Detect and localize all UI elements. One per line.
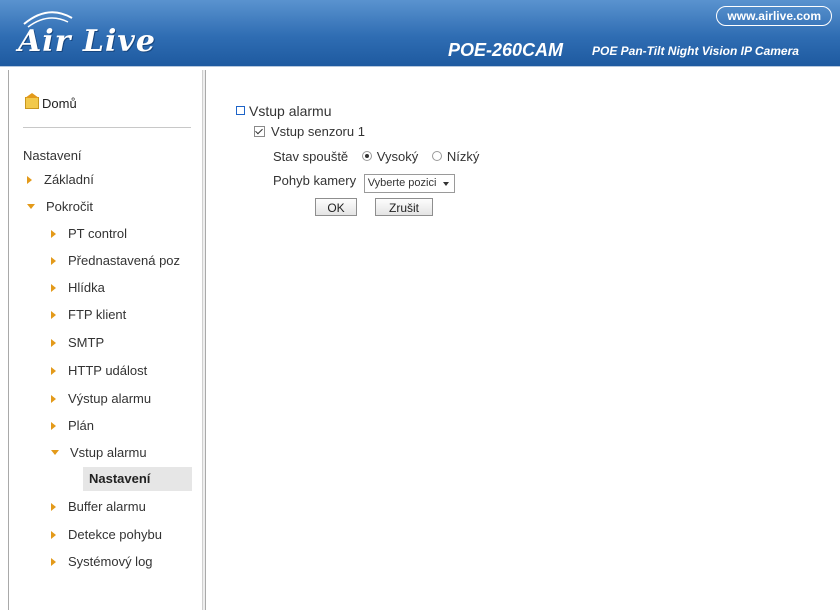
expand-arrow-icon — [51, 284, 56, 292]
sidebar-item-ftp[interactable]: FTP klient — [51, 306, 126, 324]
trigger-low-radio[interactable] — [431, 151, 442, 161]
sidebar-item-label: Pokročit — [46, 199, 93, 214]
sidebar-item-detekce[interactable]: Detekce pohybu — [51, 526, 162, 544]
section-square-icon — [236, 106, 245, 115]
expand-arrow-icon — [51, 422, 56, 430]
sidebar-item-label: Základní — [44, 172, 94, 187]
expand-arrow-icon — [51, 558, 56, 566]
chevron-down-icon — [443, 182, 450, 186]
sidebar-item-label: Detekce pohybu — [68, 527, 162, 542]
trigger-high-label: Vysoký — [376, 149, 419, 164]
camera-position-value: Vyberte pozici — [367, 177, 437, 189]
sidebar-item-label: Systémový log — [68, 554, 153, 569]
model-description: POE Pan-Tilt Night Vision IP Camera — [592, 44, 799, 58]
sidebar-divider — [23, 127, 191, 128]
collapse-arrow-icon — [27, 204, 35, 209]
sensor-row: Vstup senzoru 1 — [254, 124, 365, 139]
sidebar-item-pt-control[interactable]: PT control — [51, 225, 127, 243]
expand-arrow-icon — [51, 230, 56, 238]
sidebar-item-nastaveni-active[interactable]: Nastavení — [83, 467, 192, 491]
sidebar-item-plan[interactable]: Plán — [51, 417, 94, 435]
camera-move-row: Pohyb kamery Vyberte pozici — [273, 173, 456, 193]
home-label: Domů — [42, 96, 77, 111]
sidebar-item-label: SMTP — [68, 335, 105, 350]
sidebar-item-label: Hlídka — [68, 280, 105, 295]
sidebar-item-prednastavena[interactable]: Přednastavená poz — [51, 252, 180, 270]
sidebar-item-label: Přednastavená poz — [68, 253, 181, 268]
sidebar-item-label: Buffer alarmu — [68, 499, 146, 514]
sensor-label: Vstup senzoru 1 — [271, 124, 365, 139]
sidebar-item-smtp[interactable]: SMTP — [51, 334, 104, 352]
section-title: Vstup alarmu — [236, 103, 331, 119]
sidebar-item-label: FTP klient — [68, 307, 127, 322]
site-url[interactable]: www.airlive.com — [716, 6, 832, 26]
home-link[interactable]: Domů — [25, 93, 77, 111]
header-banner: Air Live www.airlive.com POE-260CAM POE … — [0, 0, 840, 67]
cancel-button[interactable]: Zrušit — [375, 198, 433, 216]
sidebar-item-label: Plán — [68, 418, 95, 433]
home-icon — [25, 93, 39, 109]
section-title-text: Vstup alarmu — [249, 103, 332, 119]
sidebar-item-vystup[interactable]: Výstup alarmu — [51, 390, 151, 408]
expand-arrow-icon — [51, 503, 56, 511]
trigger-row: Stav spouště Vysoký Nízký — [273, 149, 479, 164]
ok-button[interactable]: OK — [315, 198, 357, 216]
sidebar-nav: Domů Nastavení Základní Pokročit PT cont… — [8, 70, 206, 610]
sidebar-item-label: Výstup alarmu — [68, 391, 152, 406]
expand-arrow-icon — [27, 176, 32, 184]
camera-position-select[interactable]: Vyberte pozici — [363, 174, 456, 193]
sidebar-item-hlidka[interactable]: Hlídka — [51, 279, 105, 297]
sidebar-section-heading: Nastavení — [23, 148, 82, 163]
expand-arrow-icon — [51, 395, 56, 403]
trigger-label: Stav spouště — [273, 149, 349, 164]
expand-arrow-icon — [51, 339, 56, 347]
collapse-arrow-icon — [51, 450, 59, 455]
sidebar-item-buffer[interactable]: Buffer alarmu — [51, 498, 146, 516]
sidebar-item-http[interactable]: HTTP událost — [51, 362, 147, 380]
sidebar-scrollbar[interactable]: ⁞ — [202, 70, 206, 610]
expand-arrow-icon — [51, 311, 56, 319]
expand-arrow-icon — [51, 531, 56, 539]
sidebar-item-label: PT control — [68, 226, 128, 241]
sidebar-item-pokrocit[interactable]: Pokročit — [27, 198, 93, 216]
trigger-high-radio[interactable] — [361, 151, 372, 161]
sidebar-item-label: HTTP událost — [68, 363, 148, 378]
sidebar-item-vstup[interactable]: Vstup alarmu — [51, 444, 147, 462]
expand-arrow-icon — [51, 367, 56, 375]
sidebar-item-label: Vstup alarmu — [70, 445, 147, 460]
sidebar-item-zakladni[interactable]: Základní — [27, 171, 94, 189]
trigger-low-label: Nízký — [446, 149, 480, 164]
scroll-up-arrow-icon[interactable] — [205, 72, 206, 76]
model-name: POE-260CAM — [448, 40, 564, 60]
expand-arrow-icon — [51, 257, 56, 265]
camera-move-label: Pohyb kamery — [273, 173, 357, 188]
sidebar-item-log[interactable]: Systémový log — [51, 553, 153, 571]
airlive-logo: Air Live — [18, 8, 178, 60]
logo-text: Air Live — [18, 24, 156, 59]
sensor-checkbox[interactable] — [254, 126, 265, 137]
